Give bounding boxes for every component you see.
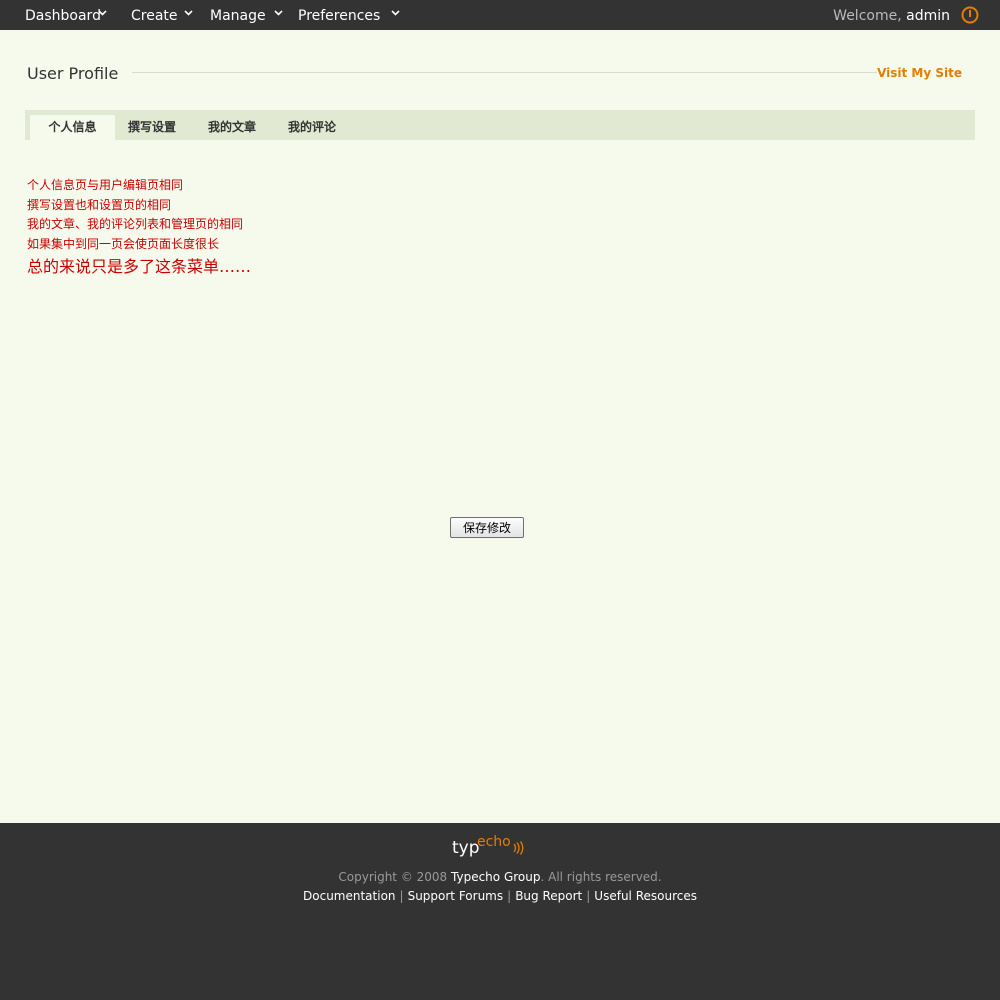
chevron-down-icon[interactable] (98, 0, 107, 30)
page-title: User Profile (27, 64, 119, 83)
nav-item-create[interactable]: Create (131, 0, 178, 30)
footer-link-documentation[interactable]: Documentation (303, 889, 396, 903)
notes-block: 个人信息页与用户编辑页相同 撰写设置也和设置页的相同 我的文章、我的评论列表和管… (27, 176, 251, 280)
footer-link-useful-resources[interactable]: Useful Resources (594, 889, 697, 903)
nav-label: Manage (210, 8, 266, 24)
link-separator: | (586, 889, 591, 903)
logo-typ: typ (452, 838, 480, 858)
welcome-text: Welcome, admin (833, 0, 950, 30)
chevron-down-icon[interactable] (391, 0, 400, 30)
note-line: 如果集中到同一页会使页面长度很长 (27, 236, 220, 251)
tab-personal-info[interactable]: 个人信息 (30, 115, 115, 140)
tab-bar: 个人信息 撰写设置 我的文章 我的评论 (25, 110, 975, 140)
tab-my-posts[interactable]: 我的文章 (197, 115, 267, 140)
note-summary: 总的来说只是多了这条菜单…… (27, 257, 252, 276)
title-divider (132, 72, 877, 73)
copyright-suffix: . All rights reserved. (540, 870, 662, 884)
nav-item-dashboard[interactable]: Dashboard (25, 0, 101, 30)
user-link[interactable]: admin (906, 8, 950, 24)
copyright-text: Copyright © 2008 Typecho Group. All righ… (0, 868, 1000, 886)
note-line: 我的文章、我的评论列表和管理页的相同 (27, 217, 244, 231)
nav-label: Create (131, 8, 178, 24)
tab-writing-settings[interactable]: 撰写设置 (117, 115, 187, 140)
nav-label: Preferences (298, 8, 381, 24)
copyright-prefix: Copyright © 2008 (338, 870, 448, 884)
nav-item-preferences[interactable]: Preferences (298, 0, 380, 30)
note-line: 个人信息页与用户编辑页相同 (27, 178, 184, 192)
welcome-prefix: Welcome, (833, 8, 902, 24)
typecho-logo: typ echo (452, 834, 532, 860)
nav-label: Dashboard (25, 8, 101, 24)
chevron-down-icon[interactable] (184, 0, 193, 30)
logo-echo: echo (477, 834, 511, 850)
copyright-brand[interactable]: Typecho Group (451, 870, 540, 884)
signal-waves-icon (512, 840, 526, 859)
nav-item-manage[interactable]: Manage (210, 0, 266, 30)
tab-my-comments[interactable]: 我的评论 (277, 115, 347, 140)
power-icon[interactable] (960, 5, 980, 25)
chevron-down-icon[interactable] (274, 0, 283, 30)
footer-links: Documentation | Support Forums | Bug Report |… (0, 887, 1000, 905)
link-separator: | (399, 889, 404, 903)
save-button[interactable]: 保存修改 (450, 517, 524, 538)
footer-link-support-forums[interactable]: Support Forums (408, 889, 504, 903)
footer-link-bug-report[interactable]: Bug Report (515, 889, 582, 903)
visit-my-site-link[interactable]: Visit My Site (877, 65, 962, 81)
note-line: 撰写设置也和设置页的相同 (27, 197, 172, 212)
top-navigation-bar: Dashboard Create Manage Preferences Welc… (0, 0, 1000, 30)
link-separator: | (507, 889, 512, 903)
